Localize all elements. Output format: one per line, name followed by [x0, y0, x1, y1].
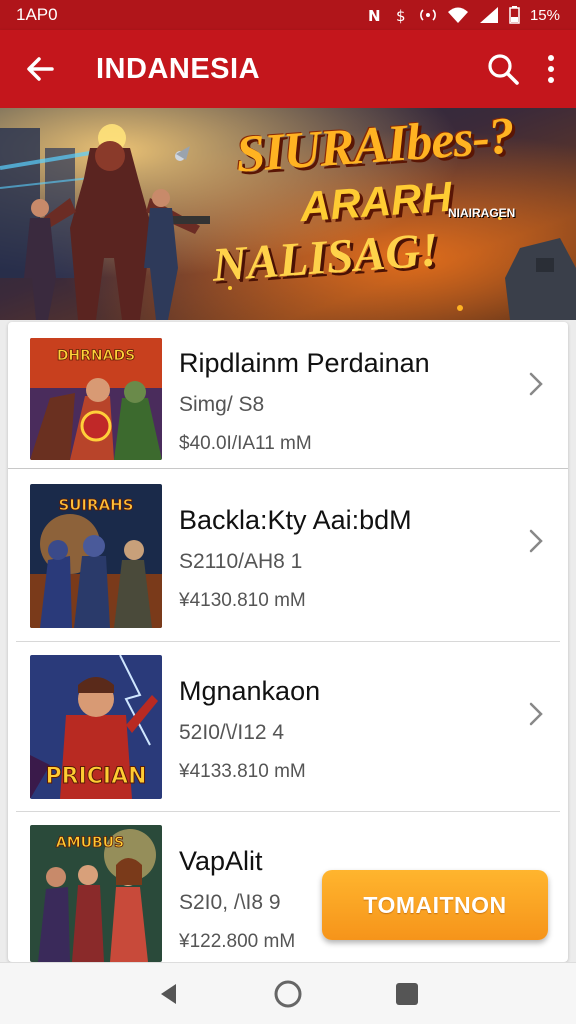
- item-subtitle: S2110/AH8 1: [179, 550, 303, 573]
- item-text: Backla:Kty Aai:bdM S2110/AH8 1 ¥4130.810…: [179, 505, 412, 612]
- item-title: Backla:Kty Aai:bdM: [179, 505, 412, 535]
- list-item[interactable]: DHRNADS Ripdlainm Perdainan Simg/ S8 $40…: [8, 322, 568, 468]
- item-subtitle: S2I0, /\I8 9: [179, 891, 281, 914]
- square-recents-icon: [395, 982, 418, 1005]
- item-price: ¥4133.810 mM: [179, 761, 306, 782]
- item-text: Mgnankaon 52I0/\/I12 4 ¥4133.810 mM: [179, 676, 320, 783]
- item-title: Ripdlainm Perdainan: [179, 348, 430, 378]
- item-subtitle: 52I0/\/I12 4: [179, 721, 285, 744]
- status-time: 1AP0: [16, 5, 58, 24]
- item-title: Mgnankaon: [179, 676, 321, 706]
- search-button[interactable]: [486, 52, 520, 86]
- do-not-disturb-icon: N: [367, 6, 385, 24]
- chevron-right-icon: [529, 702, 543, 726]
- nav-recents-button[interactable]: [383, 970, 431, 1018]
- arrow-back-icon: [27, 57, 54, 81]
- banner-caption: NIAIRAGEN: [448, 206, 516, 220]
- back-button[interactable]: [20, 49, 60, 89]
- chevron-right-icon: [529, 372, 543, 396]
- primary-action-button[interactable]: TOMAITNON: [322, 870, 548, 940]
- game-thumbnail: AMUBUS: [30, 825, 162, 962]
- status-icons: N $ 15%: [367, 6, 560, 24]
- item-price: ¥122.800 mM: [179, 931, 296, 952]
- battery-percent: 15%: [529, 6, 560, 24]
- nav-back-button[interactable]: [145, 970, 193, 1018]
- status-bar: 1AP0 N $ 15%: [0, 0, 576, 30]
- data-saver-icon: $: [395, 6, 409, 24]
- signal-icon: [479, 6, 499, 24]
- item-text: Ripdlainm Perdainan Simg/ S8 $40.0I/IA11…: [179, 348, 430, 455]
- thumb-title: PRICIAN: [45, 764, 146, 789]
- more-options-button[interactable]: [546, 54, 556, 84]
- system-nav-bar: [0, 962, 576, 1024]
- search-icon: [488, 54, 519, 85]
- thumb-title: AMUBUS: [56, 835, 124, 851]
- item-price: ¥4130.810 mM: [179, 590, 306, 611]
- item-subtitle: Simg/ S8: [179, 393, 265, 416]
- page-title: INDANESIA: [96, 52, 261, 85]
- list-item[interactable]: PRICIAN Mgnankaon 52I0/\/I12 4 ¥4133.810…: [8, 642, 568, 812]
- svg-text:N: N: [368, 7, 381, 24]
- battery-icon: [509, 6, 520, 24]
- list-item[interactable]: SUIRAHS Backla:Kty Aai:bdM S2110/AH8 1 ¥…: [8, 469, 568, 641]
- more-vert-icon: [548, 55, 554, 83]
- thumb-title: DHRNADS: [57, 348, 135, 364]
- triangle-back-icon: [161, 983, 177, 1004]
- game-thumbnail: DHRNADS: [30, 338, 162, 460]
- svg-text:$: $: [396, 7, 406, 24]
- hotspot-icon: [419, 6, 437, 24]
- item-text: VapAlit S2I0, /\I8 9 ¥122.800 mM: [179, 846, 295, 953]
- promo-banner[interactable]: SIURAIbes-? ARARH NIAIRAGEN NALISAG!: [0, 108, 576, 320]
- item-price: $40.0I/IA11 mM: [179, 433, 312, 454]
- game-thumbnail: PRICIAN: [30, 655, 162, 799]
- nav-home-button[interactable]: [264, 970, 312, 1018]
- item-title: VapAlit: [179, 846, 263, 876]
- wifi-icon: [447, 6, 469, 24]
- game-thumbnail: SUIRAHS: [30, 484, 162, 628]
- thumb-title: SUIRAHS: [58, 496, 133, 514]
- circle-home-icon: [274, 980, 302, 1007]
- game-list: DHRNADS Ripdlainm Perdainan Simg/ S8 $40…: [8, 322, 568, 962]
- app-bar-actions: [486, 52, 556, 86]
- app-bar: INDANESIA: [0, 30, 576, 108]
- chevron-right-icon: [529, 529, 543, 553]
